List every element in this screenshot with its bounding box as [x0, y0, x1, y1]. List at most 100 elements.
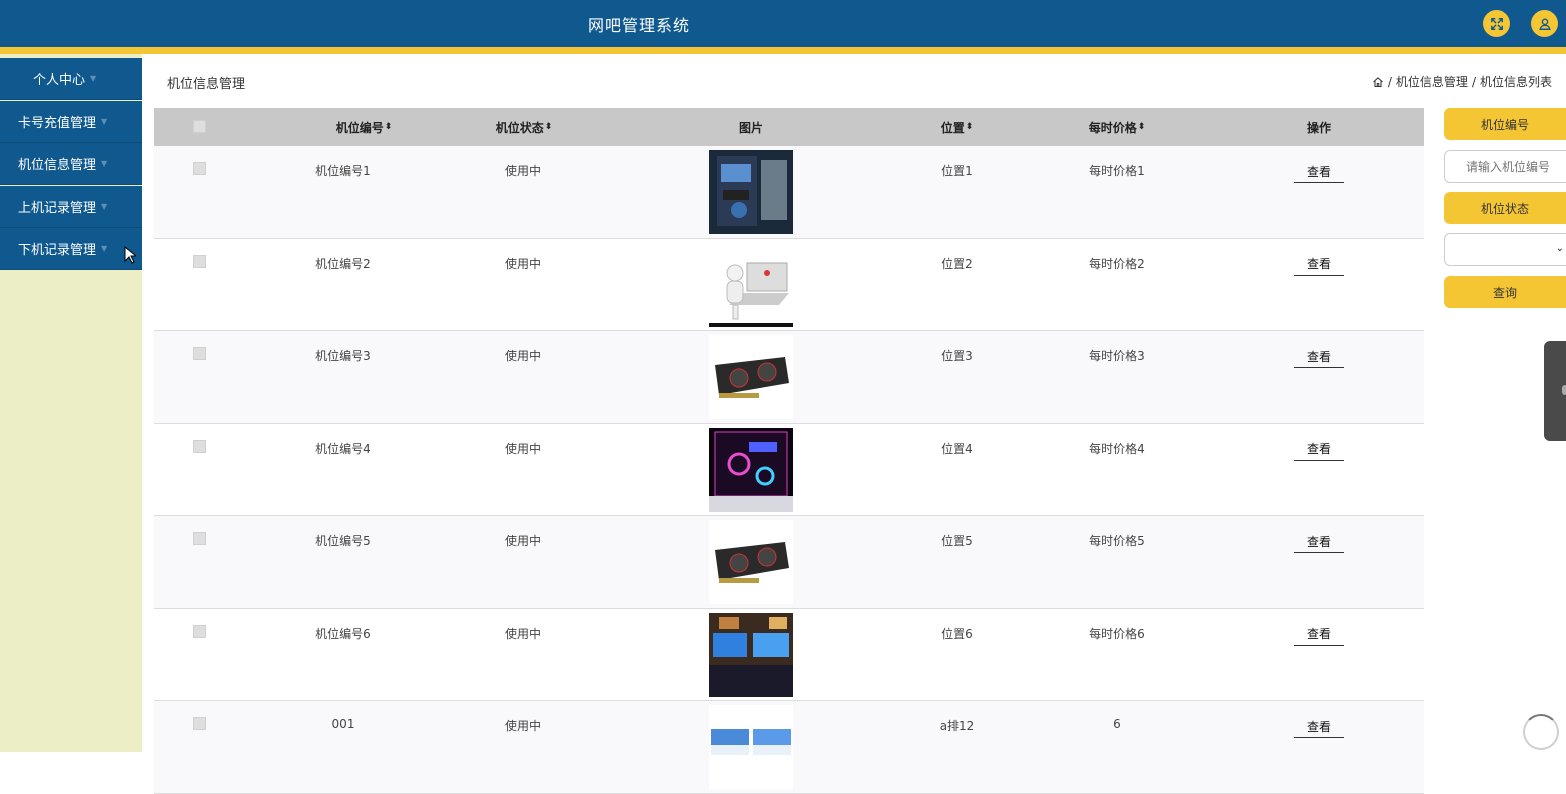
chevron-down-icon: ▼	[101, 244, 108, 253]
view-button[interactable]: 查看	[1294, 715, 1344, 738]
cell-price: 每时价格6	[1089, 626, 1145, 641]
home-icon[interactable]	[1372, 76, 1384, 88]
breadcrumb-separator: /	[1471, 74, 1476, 89]
cell-location: a排12	[939, 719, 975, 733]
view-button[interactable]: 查看	[1294, 530, 1344, 553]
row-checkbox[interactable]	[193, 624, 206, 638]
table-row: 机位编号2 使用中 位置2 每时价格2 查看	[154, 239, 1424, 331]
row-checkbox[interactable]	[193, 439, 206, 453]
sidebar-item-login-records[interactable]: 上机记录管理 ▼	[0, 186, 142, 228]
sidebar-item-card-recharge[interactable]: 卡号充值管理 ▼	[0, 101, 142, 143]
cell-price: 每时价格4	[1089, 441, 1145, 456]
select-all-checkbox[interactable]	[193, 120, 206, 133]
sort-icon: ⬍	[1137, 122, 1146, 132]
mouse-cursor-icon	[124, 246, 136, 264]
breadcrumb: / 机位信息管理 / 机位信息列表	[1372, 73, 1552, 90]
col-header-actions: 操作	[1306, 120, 1331, 135]
page-title: 机位信息管理	[167, 77, 246, 92]
breadcrumb-level1[interactable]: 机位信息管理	[1396, 73, 1468, 90]
cell-status: 使用中	[504, 534, 542, 548]
sidebar-item-seat-info[interactable]: 机位信息管理 ▼	[0, 143, 142, 185]
col-header-location[interactable]: 位置 ⬍	[907, 108, 1007, 146]
cell-price: 每时价格3	[1089, 349, 1145, 363]
cell-code: 机位编号4	[315, 441, 371, 456]
sort-icon: ⬍	[384, 122, 393, 132]
sidebar-item-label: 机位信息管理	[18, 158, 97, 173]
seat-code-label: 机位编号	[1444, 108, 1566, 140]
col-header-status[interactable]: 机位状态 ⬍	[474, 108, 574, 146]
table-row: 001 使用中 a排12 6 查看	[154, 701, 1424, 794]
query-button[interactable]: 查询	[1444, 276, 1566, 308]
table-header: 机位编号 ⬍ 机位状态 ⬍ 图片 位置 ⬍ 每时价格 ⬍ 操作	[154, 108, 1424, 146]
graphics-card-thumb	[709, 520, 793, 604]
chevron-down-icon: ▼	[101, 159, 108, 168]
cell-status: 使用中	[504, 164, 542, 178]
cell-status: 使用中	[504, 626, 542, 641]
user-button[interactable]	[1531, 10, 1558, 37]
row-checkbox[interactable]	[193, 347, 206, 360]
row-checkbox[interactable]	[193, 717, 206, 730]
sidebar-item-label: 下机记录管理	[18, 243, 97, 258]
cell-status: 使用中	[504, 349, 542, 363]
seat-table: 机位编号 ⬍ 机位状态 ⬍ 图片 位置 ⬍ 每时价格 ⬍ 操作 机位编号1 使用中 位置1 每…	[154, 108, 1424, 794]
gaming-room-thumb	[709, 612, 793, 697]
seat-status-select[interactable]: ⌄	[1444, 233, 1566, 266]
row-checkbox[interactable]	[193, 162, 206, 175]
pc-case-thumb	[709, 150, 793, 234]
header-accent-stripe	[0, 47, 1566, 54]
sidebar-item-logout-records[interactable]: 下机记录管理 ▼	[0, 228, 142, 270]
figure-laptop-thumb	[709, 242, 793, 327]
cell-location: 位置5	[941, 534, 973, 548]
user-icon	[1538, 17, 1551, 30]
monitors-thumb	[709, 705, 793, 789]
cell-status: 使用中	[504, 441, 542, 456]
breadcrumb-level2: 机位信息列表	[1479, 75, 1552, 89]
seat-status-label: 机位状态	[1444, 192, 1566, 224]
view-button[interactable]: 查看	[1294, 623, 1344, 646]
cell-code: 机位编号6	[315, 626, 371, 641]
chevron-down-icon: ▼	[101, 117, 108, 126]
table-row: 机位编号3 使用中 位置3 每时价格3 查看	[154, 331, 1424, 424]
cell-price: 每时价格5	[1089, 534, 1145, 548]
cell-location: 位置3	[941, 349, 973, 363]
sidebar-item-label: 卡号充值管理	[18, 116, 97, 131]
sidebar-item-label: 上机记录管理	[18, 201, 97, 216]
cell-location: 位置6	[941, 626, 973, 641]
cell-code: 机位编号2	[315, 256, 371, 271]
cell-code: 001	[331, 717, 355, 731]
col-header-price[interactable]: 每时价格 ⬍	[1067, 108, 1167, 146]
view-button[interactable]: 查看	[1294, 345, 1344, 368]
cell-status: 使用中	[504, 256, 542, 271]
cell-price: 6	[1113, 717, 1121, 731]
table-body: 机位编号1 使用中 位置1 每时价格1 查看 机位编号2 使用中 位置2 每时价格2 查看 机位编号…	[154, 146, 1424, 794]
chevron-down-icon: ▼	[101, 202, 108, 211]
rgb-case-thumb	[709, 427, 793, 512]
table-row: 机位编号4 使用中 位置4 每时价格4 查看	[154, 424, 1424, 516]
chevron-down-icon: ▼	[90, 74, 97, 83]
table-row: 机位编号1 使用中 位置1 每时价格1 查看	[154, 146, 1424, 239]
cell-status: 使用中	[504, 719, 542, 733]
col-header-image: 图片	[738, 120, 763, 135]
seat-code-search-input[interactable]	[1444, 150, 1566, 183]
row-checkbox[interactable]	[193, 254, 206, 268]
sort-icon: ⬍	[544, 122, 553, 132]
view-button[interactable]: 查看	[1294, 253, 1344, 276]
sidebar-item-personal-center[interactable]: 个人中心 ▼	[0, 58, 142, 100]
cell-code: 机位编号3	[315, 349, 371, 363]
cell-code: 机位编号1	[315, 164, 371, 178]
table-row: 机位编号5 使用中 位置5 每时价格5 查看	[154, 516, 1424, 609]
sort-icon: ⬍	[965, 122, 974, 132]
fullscreen-icon	[1490, 17, 1503, 30]
chevron-down-icon: ⌄	[1555, 243, 1564, 254]
cell-location: 位置4	[941, 441, 973, 456]
cell-location: 位置1	[941, 164, 973, 178]
view-button[interactable]: 查看	[1294, 160, 1344, 183]
sidebar: 个人中心 ▼ 卡号充值管理 ▼ 机位信息管理 ▼ 上机记录管理 ▼ 下机记录管理…	[0, 54, 142, 752]
fullscreen-button[interactable]	[1483, 10, 1510, 37]
cell-price: 每时价格1	[1089, 164, 1145, 178]
side-drawer-handle[interactable]	[1544, 341, 1566, 441]
col-header-code[interactable]: 机位编号 ⬍	[314, 108, 414, 146]
view-button[interactable]: 查看	[1294, 438, 1344, 461]
row-checkbox[interactable]	[193, 532, 206, 545]
table-row: 机位编号6 使用中 位置6 每时价格6 查看	[154, 609, 1424, 701]
